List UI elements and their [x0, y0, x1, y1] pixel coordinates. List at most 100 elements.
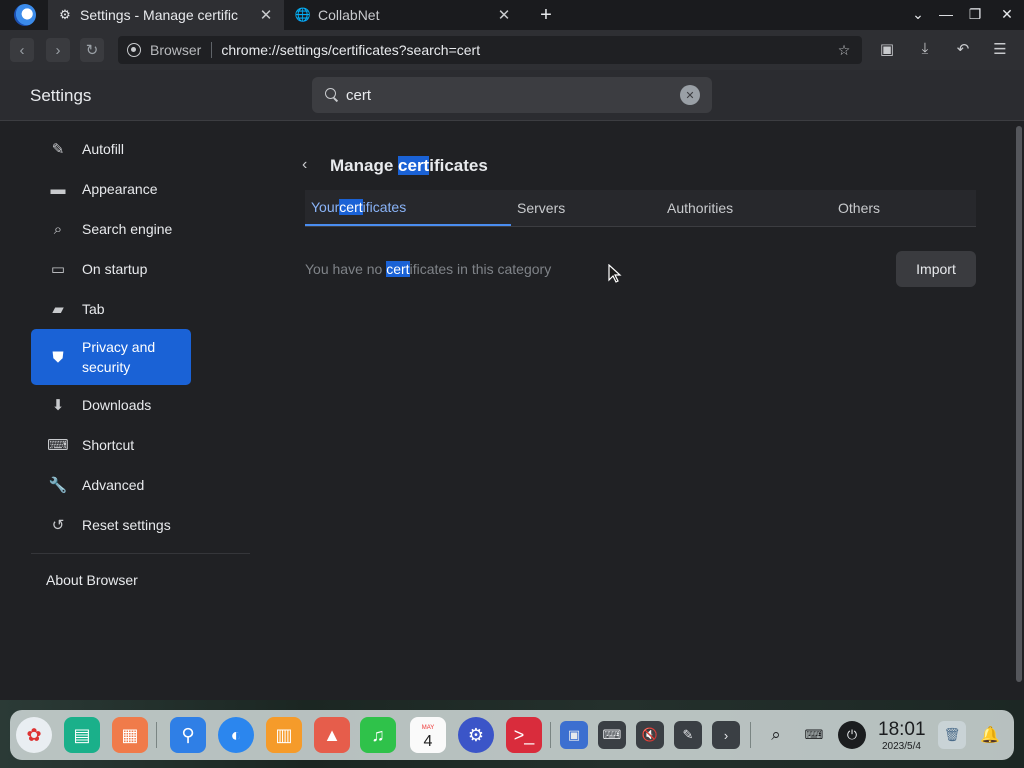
download-icon[interactable]: ⤓	[914, 40, 936, 60]
browser-icon[interactable]: ◐	[218, 717, 254, 753]
trash-icon[interactable]: 🗑	[938, 721, 966, 749]
sidebar-item-privacy-and-security[interactable]: ⛊ Privacy and security	[31, 329, 191, 385]
shield-icon: ⛊	[52, 348, 64, 366]
file-manager-icon[interactable]: ▤	[64, 717, 100, 753]
clear-search-icon[interactable]: ✕	[680, 85, 700, 105]
sidebar-item-advanced[interactable]: 🔧 Advanced	[31, 465, 191, 505]
settings-search[interactable]: ✕	[312, 77, 712, 113]
bell-icon[interactable]: 🔔	[976, 721, 1004, 749]
minimize-icon[interactable]: —	[937, 6, 955, 22]
chevron-down-icon[interactable]: ⌄	[909, 6, 927, 23]
sidebar-item-autofill[interactable]: ✎ Autofill	[31, 129, 191, 169]
globe-icon: 🌐	[294, 7, 312, 22]
sidebar-item-label: Advanced	[82, 477, 145, 493]
back-arrow-icon[interactable]: ‹	[302, 156, 316, 174]
keyboard-icon[interactable]: ⌨	[800, 721, 828, 749]
calendar-day: 4	[423, 733, 433, 750]
certificate-tabs: Your cert ificates Servers Authorities Ot…	[305, 190, 976, 227]
title-part: Manage	[330, 156, 399, 175]
extension-icon[interactable]: ▣	[876, 40, 898, 60]
reload-icon: ↻	[85, 42, 99, 59]
back-icon: ‹	[19, 41, 25, 59]
finder-icon[interactable]: ⚲	[170, 717, 206, 753]
dock: ✿ ▤ ▦ ⚲ ◐ ▥ ▲ ♫ MAY 4 ⚙ >_ ▣ ⌨ 🔇 ✎ › ⌕ ⌨…	[10, 710, 1014, 760]
pen-icon: ✎	[51, 141, 65, 158]
dock-separator	[156, 722, 157, 748]
shop-icon[interactable]: ▥	[266, 717, 302, 753]
app-store-icon[interactable]: ▦	[112, 717, 148, 753]
screenshot-icon[interactable]: ▣	[560, 721, 588, 749]
terminal-icon[interactable]: >_	[506, 717, 542, 753]
sidebar-item-tab[interactable]: ▰ Tab	[31, 289, 191, 329]
download-circle-icon: ⬇	[51, 397, 65, 414]
sidebar-item-appearance[interactable]: ▬ Appearance	[31, 169, 191, 209]
scrollbar-thumb[interactable]	[1016, 126, 1022, 682]
mute-icon[interactable]: 🔇	[636, 721, 664, 749]
star-icon[interactable]: ☆	[834, 42, 854, 59]
sidebar-item-on-startup[interactable]: ▭ On startup	[31, 249, 191, 289]
sidebar-item-shortcut[interactable]: ⌨ Shortcut	[31, 425, 191, 465]
power-icon[interactable]: ⏻	[838, 721, 866, 749]
new-tab-button[interactable]: +	[536, 4, 556, 27]
pen-icon[interactable]: ✎	[674, 721, 702, 749]
sidebar-divider	[31, 553, 250, 554]
sidebar-item-downloads[interactable]: ⬇ Downloads	[31, 385, 191, 425]
settings-icon[interactable]: ⚙	[458, 717, 494, 753]
scrollbar[interactable]	[1014, 122, 1024, 700]
search-input[interactable]	[346, 86, 680, 104]
tab-label: Others	[838, 200, 881, 216]
url-text[interactable]: chrome://settings/certificates?search=ce…	[212, 42, 834, 58]
dock-separator	[750, 722, 751, 748]
tab-settings[interactable]: ⚙ Settings - Manage certific ✕	[48, 0, 284, 30]
tab-servers[interactable]: Servers	[511, 190, 661, 226]
maximize-icon[interactable]: ❐	[966, 6, 984, 23]
browser-logo-icon[interactable]	[14, 4, 36, 26]
back-button[interactable]: ‹	[10, 38, 34, 62]
clock-time[interactable]: 18:01	[878, 719, 926, 741]
sidebar-item-reset-settings[interactable]: ↺ Reset settings	[31, 505, 191, 545]
monitor-icon: ▬	[50, 180, 66, 198]
site-info-icon[interactable]	[127, 43, 141, 57]
sidebar-item-search-engine[interactable]: ⌕ Search engine	[31, 209, 191, 249]
about-browser-link[interactable]: About Browser	[46, 572, 138, 588]
search-icon[interactable]: ⌕	[762, 721, 790, 749]
tab-label-part: Your	[311, 199, 340, 215]
tab-others[interactable]: Others	[832, 190, 976, 226]
menu-icon[interactable]: ☰	[989, 40, 1011, 60]
import-button[interactable]: Import	[896, 251, 976, 287]
tab-authorities[interactable]: Authorities	[661, 190, 831, 226]
keyboard-icon[interactable]: ⌨	[598, 721, 626, 749]
tab-strip: ⚙ Settings - Manage certific ✕ 🌐 CollabN…	[0, 0, 1024, 30]
wrench-icon: 🔧	[48, 477, 68, 494]
launcher-icon[interactable]: ✿	[16, 717, 52, 753]
window-icon: ▭	[50, 261, 66, 278]
chevron-right-icon[interactable]: ›	[712, 721, 740, 749]
settings-header: Settings ✕	[0, 70, 1024, 121]
music-icon[interactable]: ♫	[360, 717, 396, 753]
sidebar-item-label: Shortcut	[82, 437, 135, 453]
calendar-icon[interactable]: MAY 4	[410, 717, 446, 753]
site-label: Browser	[150, 42, 213, 58]
sidebar-item-label: Reset settings	[82, 517, 171, 533]
reset-icon: ↺	[51, 517, 65, 534]
sidebar-item-label: Tab	[82, 301, 105, 317]
photos-icon[interactable]: ▲	[314, 717, 350, 753]
address-bar[interactable]: Browser chrome://settings/certificates?s…	[118, 36, 862, 64]
page-title: Settings	[30, 86, 92, 105]
folder-icon: ▰	[52, 301, 64, 318]
gear-icon: ⚙	[59, 7, 71, 22]
sidebar-item-label: Privacy and security	[82, 339, 156, 375]
title-part: ificates	[429, 156, 488, 175]
search-icon: ⌕	[53, 220, 63, 238]
forward-button[interactable]: ›	[46, 38, 70, 62]
browser-toolbar: ‹ › ↻ Browser chrome://settings/certific…	[0, 30, 1024, 70]
search-highlight: cert	[339, 199, 363, 215]
close-tab-icon[interactable]: ✕	[258, 6, 274, 24]
undo-icon[interactable]: ↶	[952, 40, 974, 60]
tab-your-certificates[interactable]: Your cert ificates	[305, 190, 511, 226]
reload-button[interactable]: ↻	[80, 38, 104, 62]
keyboard-icon: ⌨	[47, 437, 69, 454]
tab-collabnet[interactable]: 🌐 CollabNet ✕	[286, 0, 522, 30]
close-icon[interactable]: ✕	[998, 6, 1016, 23]
close-tab-icon[interactable]: ✕	[496, 6, 512, 24]
